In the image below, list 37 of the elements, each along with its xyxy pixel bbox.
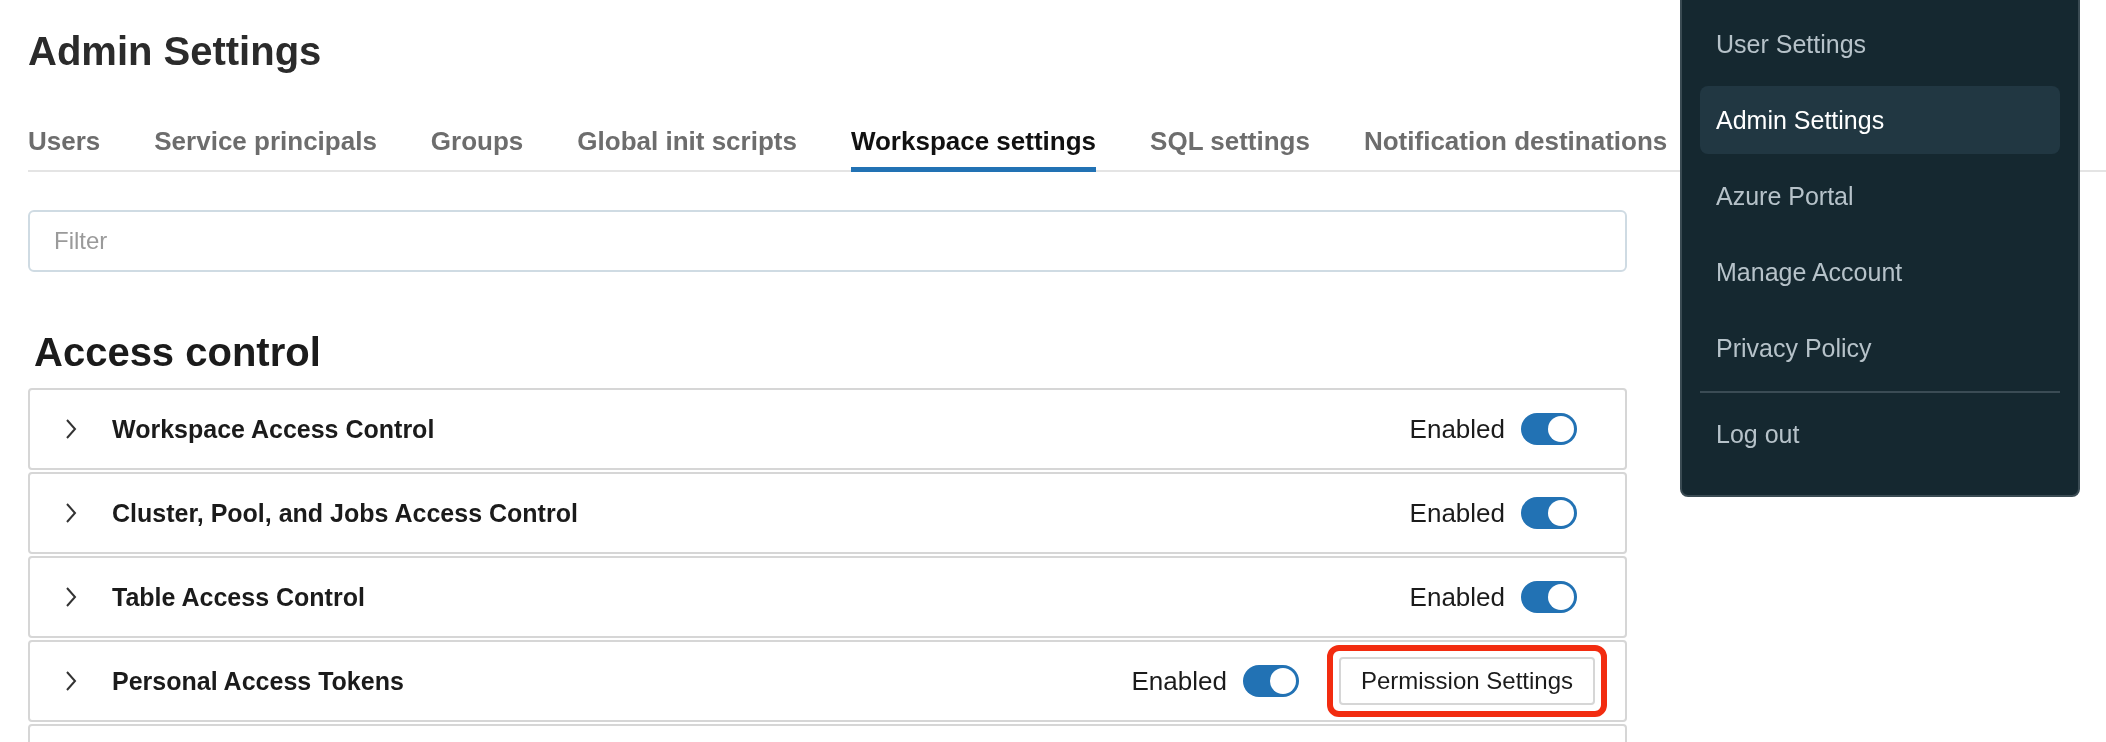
setting-label: Workspace Access Control xyxy=(112,414,435,444)
settings-row[interactable]: Table Access Control Enabled xyxy=(28,556,1627,638)
menu-item[interactable]: User Settings xyxy=(1700,10,2060,79)
tab[interactable]: Groups xyxy=(430,126,524,172)
menu-item[interactable]: Log out xyxy=(1700,400,2060,470)
chevron-right-icon[interactable] xyxy=(64,418,78,440)
tab[interactable]: Workspace settings xyxy=(850,126,1097,172)
toggle-switch[interactable] xyxy=(1521,497,1577,529)
status-text: Enabled xyxy=(1409,497,1505,529)
settings-row[interactable]: Personal Access Tokens Enabled Permission Settings xyxy=(28,640,1627,722)
toggle-switch[interactable] xyxy=(1521,581,1577,613)
menu-item[interactable]: Admin Settings xyxy=(1700,86,2060,155)
toggle-switch[interactable] xyxy=(1242,665,1299,697)
menu-item[interactable]: Manage Account xyxy=(1700,238,2060,307)
tab[interactable]: Notification destinations xyxy=(1363,126,1668,172)
tab[interactable]: Global init scripts xyxy=(577,126,797,172)
toggle-switch[interactable] xyxy=(1521,413,1577,445)
status-text: Enabled xyxy=(1409,413,1505,445)
chevron-right-icon[interactable] xyxy=(64,670,78,692)
status-text: Enabled xyxy=(1131,665,1227,697)
section-heading: Access control xyxy=(34,329,321,376)
settings-row[interactable]: Cluster, Pool, and Jobs Access Control Enabled xyxy=(28,472,1627,554)
tab[interactable]: SQL settings xyxy=(1150,126,1310,172)
settings-row[interactable]: Workspace Access Control Enabled xyxy=(28,388,1627,470)
menu-item[interactable]: Azure Portal xyxy=(1700,162,2060,231)
tab[interactable]: Users xyxy=(28,126,101,172)
setting-label: Table Access Control xyxy=(112,582,365,612)
setting-label: Personal Access Tokens xyxy=(112,666,404,696)
menu-item[interactable]: Privacy Policy xyxy=(1700,314,2060,383)
chevron-right-icon[interactable] xyxy=(64,586,78,608)
permission-settings-button[interactable]: Permission Settings xyxy=(1338,657,1595,705)
page-title: Admin Settings xyxy=(28,28,322,75)
status-text: Enabled xyxy=(1409,581,1505,613)
setting-label: Cluster, Pool, and Jobs Access Control xyxy=(112,498,578,528)
tab[interactable]: Service principals xyxy=(154,126,377,172)
chevron-right-icon[interactable] xyxy=(64,502,78,524)
filter-field[interactable]: Filter xyxy=(28,210,1627,272)
